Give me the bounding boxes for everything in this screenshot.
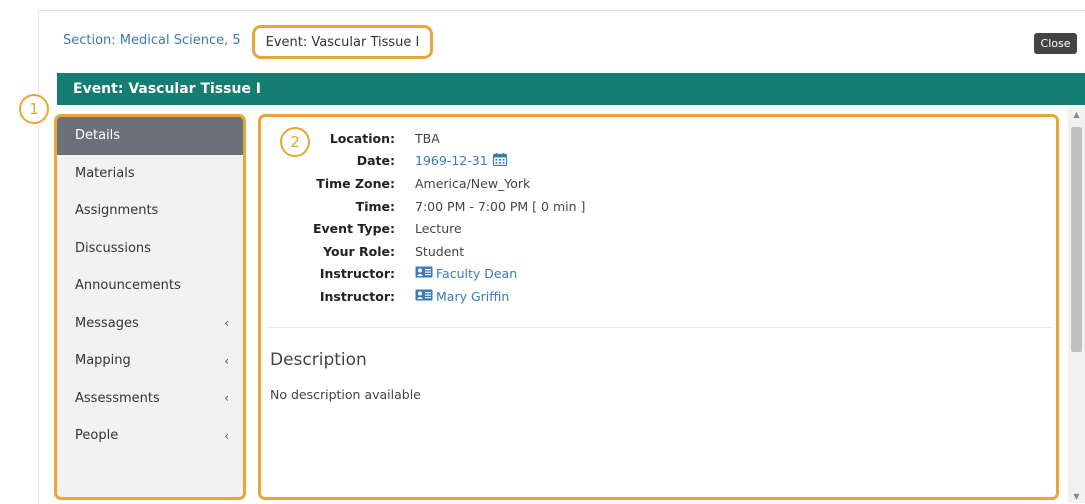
contact-card-icon bbox=[415, 289, 433, 304]
sidebar-item-materials[interactable]: Materials bbox=[57, 155, 243, 193]
event-details-panel: Location: TBA Date: 1969-12-31 Time Zone… bbox=[258, 114, 1059, 500]
sidebar-item-label: Mapping bbox=[75, 353, 131, 369]
event-sidebar-nav: Details Materials Assignments Discussion… bbox=[54, 114, 246, 500]
detail-label: Time Zone: bbox=[316, 175, 395, 191]
sidebar-item-mapping[interactable]: Mapping ‹ bbox=[57, 342, 243, 380]
sidebar-item-label: Discussions bbox=[75, 240, 151, 256]
details-table: Location: TBA Date: 1969-12-31 Time Zone… bbox=[261, 127, 585, 308]
chevron-left-icon: ‹ bbox=[224, 391, 229, 406]
sidebar-item-assignments[interactable]: Assignments bbox=[57, 192, 243, 230]
contact-card-icon bbox=[415, 266, 433, 281]
sidebar-item-label: Details bbox=[75, 128, 121, 144]
sidebar-item-label: People bbox=[75, 428, 119, 444]
event-header-bar: Event: Vascular Tissue I bbox=[57, 73, 1085, 105]
date-link[interactable]: 1969-12-31 bbox=[415, 153, 488, 168]
chevron-left-icon: ‹ bbox=[224, 428, 229, 443]
detail-label: Instructor: bbox=[319, 288, 395, 304]
detail-row-instructor: Instructor: Faculty Dean bbox=[261, 263, 585, 286]
sidebar-item-assessments[interactable]: Assessments ‹ bbox=[57, 380, 243, 418]
event-header-title: Event: Vascular Tissue I bbox=[73, 81, 262, 97]
scrollbar-thumb[interactable] bbox=[1071, 127, 1082, 352]
detail-value: TBA bbox=[415, 130, 440, 146]
detail-row-role: Your Role: Student bbox=[261, 240, 585, 263]
detail-value: Lecture bbox=[415, 221, 462, 237]
sidebar-item-messages[interactable]: Messages ‹ bbox=[57, 305, 243, 343]
scroll-down-arrow-icon[interactable]: ▼ bbox=[1068, 489, 1085, 503]
vertical-scrollbar[interactable]: ▲ ▼ bbox=[1068, 107, 1085, 503]
breadcrumb-section-link[interactable]: Section: Medical Science, 5 bbox=[63, 33, 241, 48]
calendar-icon[interactable] bbox=[492, 152, 507, 169]
detail-value: 7:00 PM - 7:00 PM [ 0 min ] bbox=[415, 198, 586, 214]
description-heading: Description bbox=[270, 350, 367, 370]
callout-marker-1: 1 bbox=[19, 94, 49, 124]
detail-row-timezone: Time Zone: America/New_York bbox=[261, 172, 585, 195]
sidebar-item-label: Assessments bbox=[75, 390, 160, 406]
close-button[interactable]: Close bbox=[1034, 33, 1077, 54]
detail-row-date: Date: 1969-12-31 bbox=[261, 150, 585, 173]
section-divider bbox=[268, 327, 1052, 328]
sidebar-item-people[interactable]: People ‹ bbox=[57, 417, 243, 455]
instructor-link[interactable]: Mary Griffin bbox=[436, 289, 509, 304]
sidebar-item-announcements[interactable]: Announcements bbox=[57, 267, 243, 305]
detail-value: America/New_York bbox=[415, 175, 531, 191]
detail-label: Event Type: bbox=[312, 221, 395, 237]
breadcrumb-event: Event: Vascular Tissue I bbox=[252, 25, 433, 59]
detail-label: Date: bbox=[356, 153, 395, 169]
callout-marker-2: 2 bbox=[280, 127, 310, 157]
instructor-link[interactable]: Faculty Dean bbox=[436, 266, 517, 281]
sidebar-item-details[interactable]: Details bbox=[57, 117, 243, 155]
sidebar-item-label: Assignments bbox=[75, 203, 159, 219]
detail-row-event-type: Event Type: Lecture bbox=[261, 217, 585, 240]
detail-label: Your Role: bbox=[323, 243, 395, 259]
detail-value: Student bbox=[415, 243, 465, 259]
scroll-up-arrow-icon[interactable]: ▲ bbox=[1068, 107, 1085, 121]
sidebar-item-label: Announcements bbox=[75, 278, 181, 294]
sidebar-item-label: Messages bbox=[75, 315, 139, 331]
detail-row-time: Time: 7:00 PM - 7:00 PM [ 0 min ] bbox=[261, 195, 586, 218]
description-text: No description available bbox=[270, 387, 421, 402]
chevron-left-icon: ‹ bbox=[224, 353, 229, 368]
detail-label: Time: bbox=[355, 198, 395, 214]
sidebar-item-discussions[interactable]: Discussions bbox=[57, 230, 243, 268]
sidebar-item-label: Materials bbox=[75, 165, 135, 181]
breadcrumb-event-label: Event: Vascular Tissue I bbox=[265, 34, 420, 50]
detail-label: Instructor: bbox=[319, 266, 395, 282]
detail-row-instructor: Instructor: Mary Griffin bbox=[261, 285, 585, 308]
chevron-left-icon: ‹ bbox=[224, 316, 229, 331]
